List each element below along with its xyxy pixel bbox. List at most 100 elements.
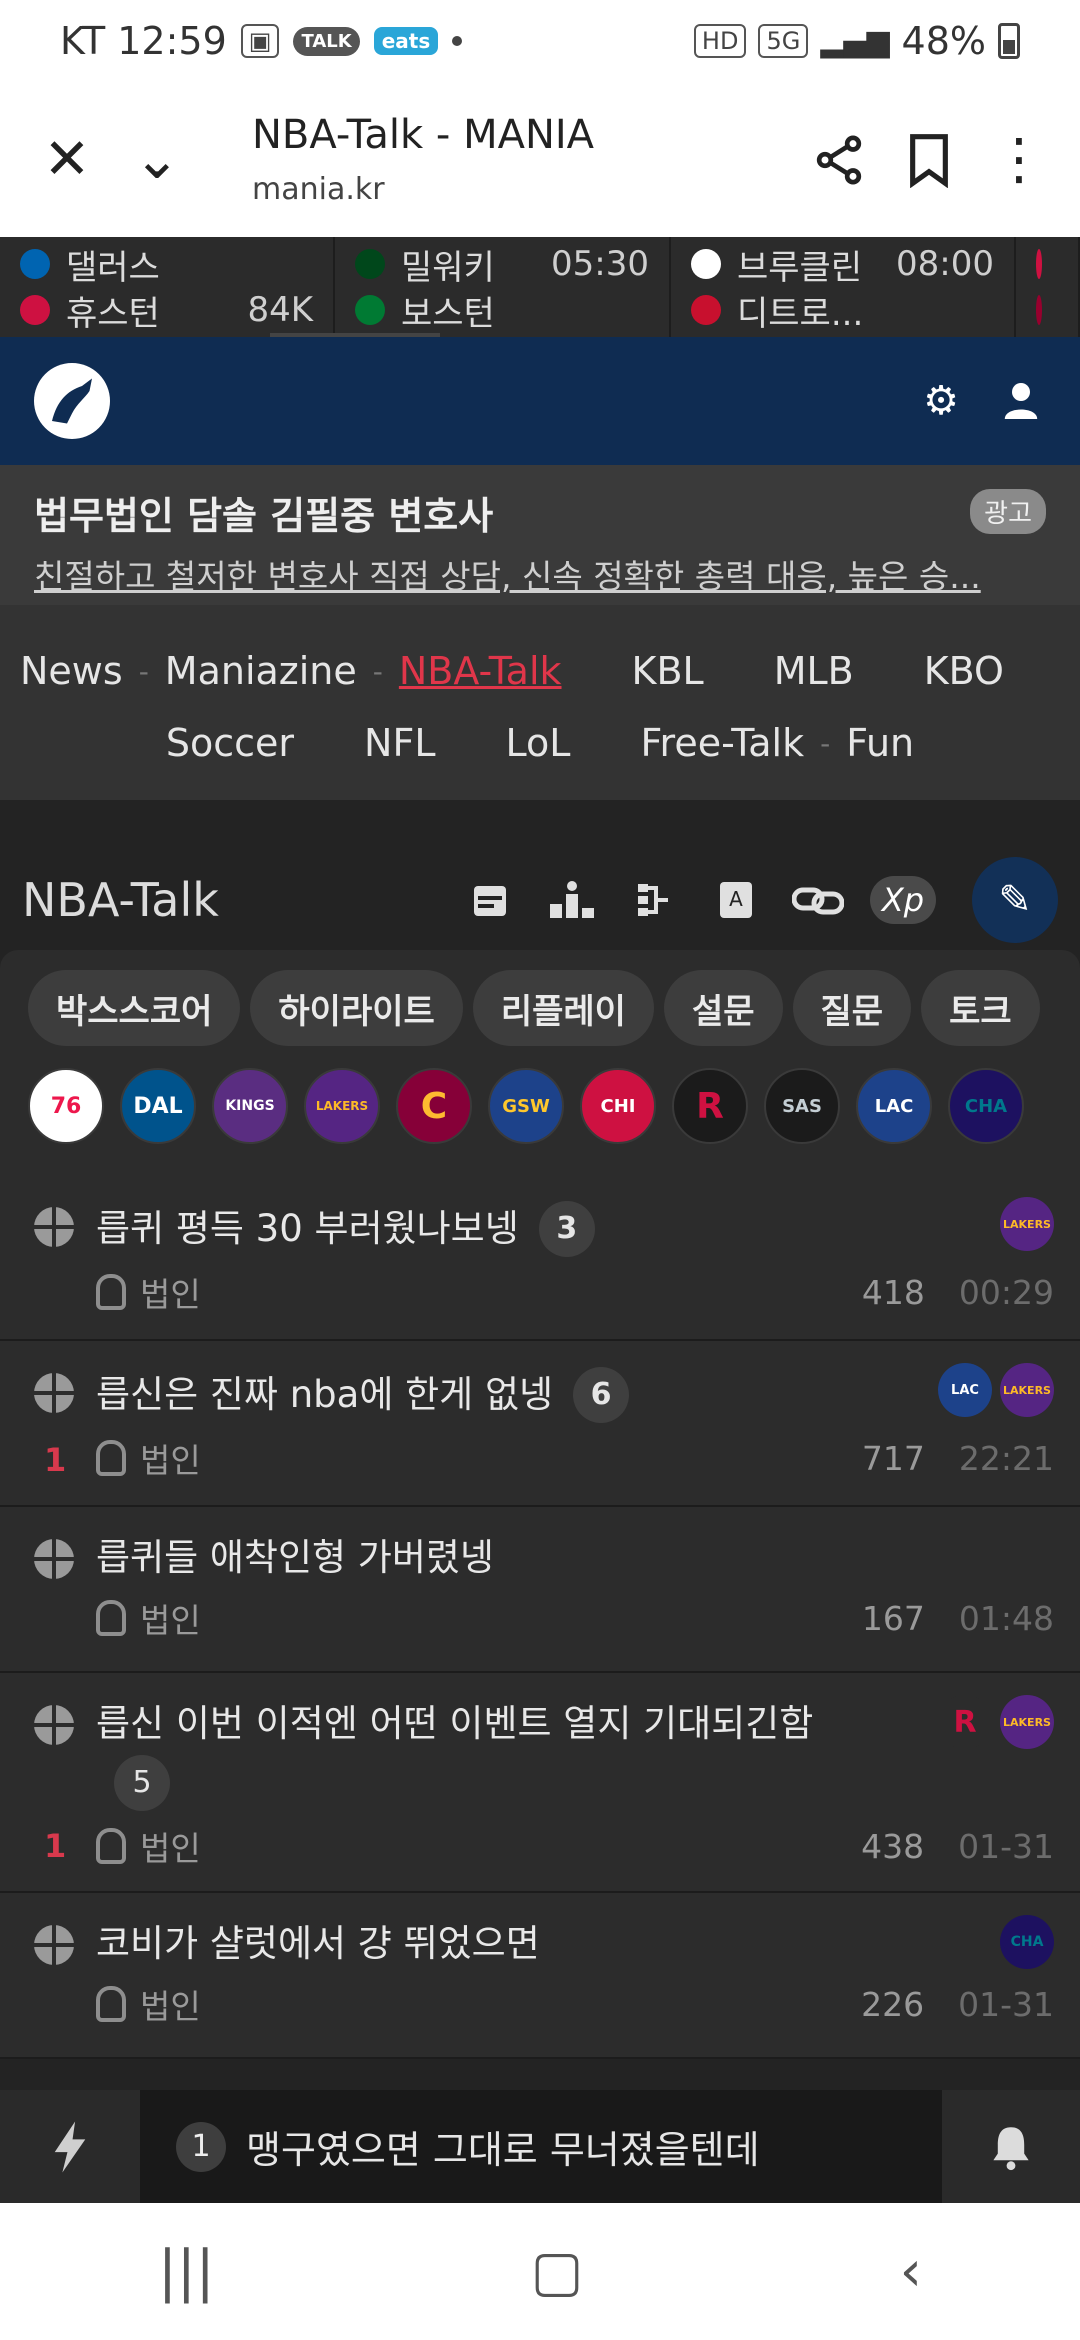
- game-card[interactable]: 댈러스 휴스턴 84K: [0, 237, 440, 337]
- list-item[interactable]: 릅퀴 평득 30 부러웠나보넹 3 법인 418 00:29 LAKERS: [0, 1175, 1080, 1341]
- pencil-icon[interactable]: ✎: [972, 857, 1058, 943]
- list-item[interactable]: 릅퀴들 애착인형 가버렸넹 법인 167 01:48: [0, 1507, 1080, 1673]
- post-title[interactable]: 릅퀴들 애착인형 가버렸넹: [96, 1533, 494, 1583]
- nav-lol[interactable]: LoL: [506, 721, 571, 765]
- team-logo-clippers[interactable]: LAC: [856, 1068, 932, 1144]
- nav-soccer[interactable]: Soccer: [166, 721, 294, 765]
- nav-news[interactable]: News: [20, 649, 123, 693]
- ad-description[interactable]: 친절하고 철저한 변호사 직접 상담, 신속 정확한 총력 대응, 높은 승..…: [34, 550, 1014, 598]
- scores-ticker[interactable]: 댈러스 휴스턴 84K 밀워키 05:30 보스턴 브루클린 08:00 디트로...: [0, 237, 1080, 337]
- post-title[interactable]: 코비가 샬럿에서 걍 뛰었으면: [96, 1919, 540, 1969]
- basketball-icon: [34, 1373, 74, 1413]
- post-author[interactable]: 법인: [140, 1434, 201, 1482]
- share-icon-svg: [816, 135, 862, 184]
- team-logo-76ers[interactable]: 76: [28, 1068, 104, 1144]
- more-options-icon[interactable]: ⋮: [974, 115, 1064, 205]
- game-card[interactable]: [1016, 237, 1080, 337]
- nav-free-talk[interactable]: Free-Talk: [640, 721, 804, 765]
- chevron-down-icon[interactable]: ⌄: [112, 115, 202, 205]
- post-title[interactable]: 릅신 이번 이적엔 어떤 이벤트 열지 기대되긴함: [96, 1699, 813, 1749]
- post-title[interactable]: 릅신은 진짜 nba에 한게 없넹: [96, 1370, 553, 1420]
- team-logo-icon: [20, 295, 50, 325]
- hornets-logo-icon: CHA: [1000, 1915, 1054, 1969]
- post-author[interactable]: 법인: [140, 1980, 201, 2028]
- game-card[interactable]: 밀워키 05:30 보스턴: [335, 237, 671, 337]
- nav-kbl[interactable]: KBL: [632, 649, 704, 693]
- like-count: 1: [44, 1441, 67, 1479]
- bookmark-icon[interactable]: [884, 115, 974, 205]
- tab-talk[interactable]: 토크: [921, 970, 1040, 1046]
- tab-replay[interactable]: 리플레이: [472, 970, 654, 1046]
- game-team-row: [1036, 287, 1058, 333]
- team-logo-warriors[interactable]: GSW: [488, 1068, 564, 1144]
- team-logo-lakers[interactable]: LAKERS: [304, 1068, 380, 1144]
- dictionary-icon[interactable]: A: [706, 870, 766, 930]
- post-views: 717: [861, 1438, 925, 1478]
- calendar-icon[interactable]: [460, 870, 520, 930]
- notification-bar: 1 맹구였으면 그대로 무너졌을텐데: [0, 2090, 1080, 2203]
- xp-button[interactable]: Xp: [870, 876, 936, 924]
- gear-icon[interactable]: ⚙: [916, 376, 966, 426]
- nav-separator: -: [138, 654, 149, 688]
- list-item[interactable]: 코비가 샬럿에서 걍 뛰었으면 법인 226 01-31 CHA: [0, 1893, 1080, 2059]
- team-logo-kings[interactable]: KINGS: [212, 1068, 288, 1144]
- user-icon[interactable]: [996, 376, 1046, 426]
- board-header: NBA-Talk A Xp ✎: [0, 800, 1080, 950]
- ranking-icon-svg: [550, 881, 594, 918]
- game-card[interactable]: 브루클린 08:00 디트로...: [671, 237, 1016, 337]
- link-icon[interactable]: [788, 870, 848, 930]
- post-title-row[interactable]: 릅신은 진짜 nba에 한게 없넹 6: [96, 1341, 916, 1423]
- post-title-row[interactable]: 릅퀴들 애착인형 가버렸넹: [96, 1507, 916, 1583]
- notification-text[interactable]: 맹구였으면 그대로 무너졌을텐데: [246, 2119, 760, 2174]
- list-item[interactable]: 릅신 이번 이적엔 어떤 이벤트 열지 기대되긴함 5 법인 438 01-31 1 …: [0, 1673, 1080, 1893]
- nav-maniazine[interactable]: Maniazine: [165, 649, 357, 693]
- goat-logo-icon[interactable]: [34, 363, 110, 439]
- game-team-row: 보스턴: [355, 287, 649, 334]
- rockets-logo-icon: R: [938, 1695, 992, 1749]
- ad-banner[interactable]: 법무법인 담솔 김필중 변호사 친절하고 철저한 변호사 직접 상담, 신속 정…: [0, 465, 1080, 605]
- close-icon[interactable]: ✕: [22, 115, 112, 205]
- tab-boxscore[interactable]: 박스스코어: [28, 970, 241, 1046]
- tab-question[interactable]: 질문: [792, 970, 912, 1046]
- tab-highlight[interactable]: 하이라이트: [250, 970, 463, 1046]
- team-logo-hornets[interactable]: CHA: [948, 1068, 1024, 1144]
- latest-comment-ticker[interactable]: 1 맹구였으면 그대로 무너졌을텐데: [140, 2090, 942, 2203]
- recents-icon[interactable]: |||: [158, 2239, 215, 2304]
- team-logo-bulls[interactable]: CHI: [580, 1068, 656, 1144]
- post-author[interactable]: 법인: [140, 1268, 201, 1316]
- ad-title[interactable]: 법무법인 담솔 김필중 변호사: [34, 485, 1046, 540]
- post-title-row[interactable]: 릅퀴 평득 30 부러웠나보넹 3: [96, 1175, 916, 1257]
- tab-poll[interactable]: 설문: [663, 970, 783, 1046]
- team-logo-mavericks[interactable]: DAL: [120, 1068, 196, 1144]
- ranking-icon[interactable]: [542, 870, 602, 930]
- lightning-icon[interactable]: [0, 2090, 140, 2203]
- list-item[interactable]: 릅신은 진짜 nba에 한게 없넹 6 법인 717 22:21 1 LAC LAKER…: [0, 1341, 1080, 1507]
- nav-fun[interactable]: Fun: [846, 721, 914, 765]
- home-icon[interactable]: ▢: [531, 2239, 584, 2304]
- nav-nba-talk[interactable]: NBA-Talk: [399, 649, 562, 693]
- post-title[interactable]: 릅퀴 평득 30 부러웠나보넹: [96, 1204, 519, 1254]
- bell-icon[interactable]: [942, 2090, 1080, 2203]
- battery-icon: [998, 23, 1020, 59]
- team-logo-icon: [355, 295, 385, 325]
- share-icon[interactable]: [794, 115, 884, 205]
- post-title-row[interactable]: 릅신 이번 이적엔 어떤 이벤트 열지 기대되긴함 5: [96, 1673, 876, 1811]
- nav-mlb[interactable]: MLB: [774, 649, 854, 693]
- team-logo-rockets[interactable]: R: [672, 1068, 748, 1144]
- board-tools: A Xp ✎: [460, 857, 1058, 943]
- bracket-icon[interactable]: [624, 870, 684, 930]
- team-name: 보스턴: [401, 293, 495, 334]
- post-author[interactable]: 법인: [140, 1594, 201, 1642]
- team-logo-cavaliers[interactable]: C: [396, 1068, 472, 1144]
- post-meta: 법인 167 01:48: [96, 1583, 1080, 1653]
- back-icon[interactable]: ‹: [900, 2239, 922, 2304]
- team-logo-spurs[interactable]: SAS: [764, 1068, 840, 1144]
- post-author[interactable]: 법인: [140, 1822, 201, 1870]
- filter-panel: 박스스코어 하이라이트 리플레이 설문 질문 토크 76 DAL KINGS L…: [0, 950, 1080, 1175]
- nav-kbo[interactable]: KBO: [924, 649, 1004, 693]
- nav-nfl[interactable]: NFL: [364, 721, 435, 765]
- category-nav-row: Soccer NFL LoL Free-Talk - Fun: [0, 707, 1080, 779]
- post-title-row[interactable]: 코비가 샬럿에서 걍 뛰었으면: [96, 1893, 916, 1969]
- category-nav-row: News - Maniazine - NBA-Talk KBL MLB KBO: [0, 635, 1080, 707]
- basketball-icon: [34, 1925, 74, 1965]
